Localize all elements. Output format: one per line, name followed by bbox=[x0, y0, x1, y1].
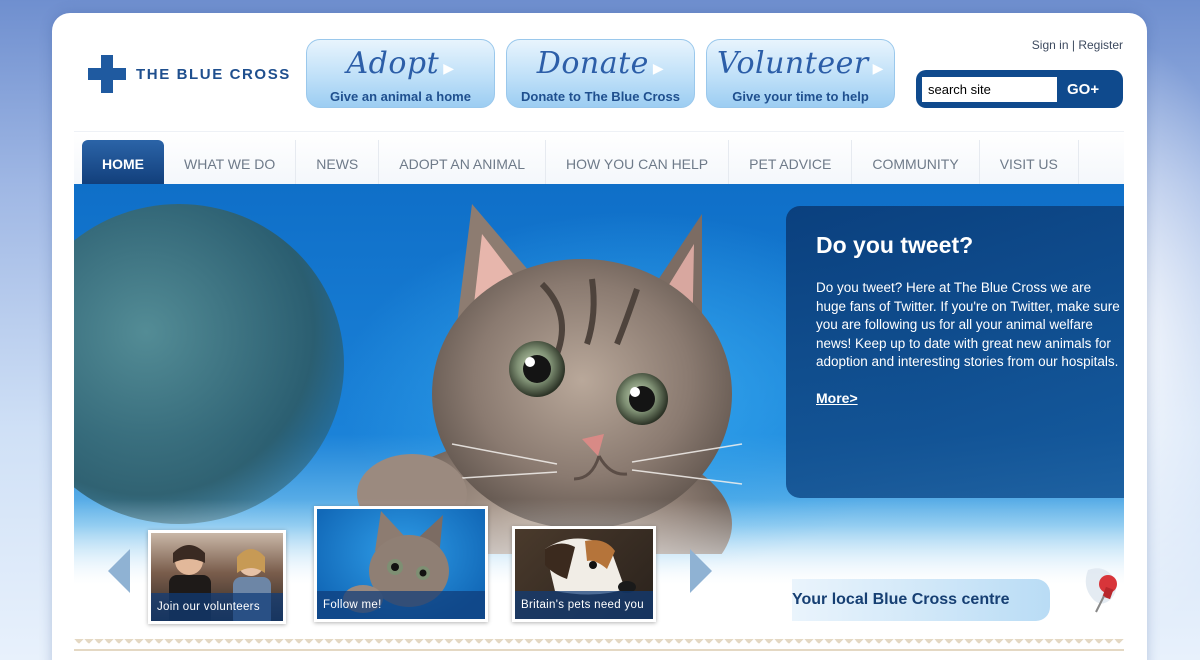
search-input[interactable] bbox=[922, 76, 1057, 102]
local-centre-label: Your local Blue Cross centre bbox=[792, 591, 1010, 608]
carousel-next-arrow[interactable] bbox=[690, 549, 712, 593]
bottom-zigzag-border bbox=[74, 639, 1124, 651]
donate-subtitle: Donate to The Blue Cross bbox=[521, 89, 680, 104]
thumb-follow-me[interactable]: Follow me! bbox=[314, 506, 488, 622]
feature-body: Do you tweet? Here at The Blue Cross we … bbox=[816, 280, 1120, 369]
adopt-button[interactable]: Adopt ▶ Give an animal a home bbox=[306, 39, 495, 108]
main-nav: HOME WHAT WE DO NEWS ADOPT AN ANIMAL HOW… bbox=[74, 131, 1124, 184]
search-go-button[interactable]: GO+ bbox=[1067, 81, 1099, 98]
register-link[interactable]: Register bbox=[1078, 38, 1123, 52]
thumb-volunteers[interactable]: Join our volunteers bbox=[148, 530, 286, 624]
local-centre-button[interactable]: Your local Blue Cross centre bbox=[792, 579, 1050, 621]
nav-community[interactable]: COMMUNITY bbox=[852, 140, 980, 184]
arrow-right-icon: ▶ bbox=[443, 61, 455, 77]
arrow-right-icon: ▶ bbox=[652, 61, 665, 77]
donate-button[interactable]: Donate ▶ Donate to The Blue Cross bbox=[506, 39, 695, 108]
account-links: Sign in | Register bbox=[1032, 38, 1123, 52]
nav-how-you-can-help[interactable]: HOW YOU CAN HELP bbox=[546, 140, 730, 184]
search-box: GO+ bbox=[916, 70, 1123, 108]
nav-home[interactable]: HOME bbox=[82, 140, 164, 184]
thumb-britains-pets[interactable]: Britain's pets need you bbox=[512, 526, 656, 622]
hero-pillow-shape bbox=[74, 204, 344, 524]
nav-pet-advice[interactable]: PET ADVICE bbox=[729, 140, 853, 184]
volunteer-subtitle: Give your time to help bbox=[732, 89, 869, 104]
page-container: THE BLUE CROSS Adopt ▶ Give an animal a h… bbox=[52, 13, 1147, 660]
hero-banner: Do you tweet? Do you tweet? Here at The … bbox=[74, 184, 1124, 639]
thumb-caption: Follow me! bbox=[317, 591, 485, 619]
thumb-caption: Join our volunteers bbox=[151, 593, 283, 621]
site-logo[interactable]: THE BLUE CROSS bbox=[88, 55, 291, 93]
account-separator: | bbox=[1071, 38, 1075, 52]
blue-cross-icon bbox=[88, 55, 126, 93]
thumb-caption: Britain's pets need you bbox=[515, 591, 653, 619]
volunteer-title: Volunteer bbox=[717, 46, 869, 81]
volunteer-button[interactable]: Volunteer ▶ Give your time to help bbox=[706, 39, 895, 108]
nav-visit-us[interactable]: VISIT US bbox=[980, 140, 1079, 184]
arrow-right-icon: ▶ bbox=[872, 61, 884, 77]
adopt-subtitle: Give an animal a home bbox=[330, 89, 471, 104]
nav-adopt-an-animal[interactable]: ADOPT AN ANIMAL bbox=[379, 140, 547, 184]
nav-what-we-do[interactable]: WHAT WE DO bbox=[164, 140, 297, 184]
map-pin-icon bbox=[1085, 568, 1117, 613]
feature-title: Do you tweet? bbox=[816, 232, 974, 258]
donate-title: Donate bbox=[536, 46, 649, 81]
feature-panel: Do you tweet? Do you tweet? Here at The … bbox=[786, 206, 1124, 498]
carousel-prev-arrow[interactable] bbox=[108, 549, 130, 593]
feature-more-link[interactable]: More> bbox=[816, 390, 858, 406]
nav-news[interactable]: NEWS bbox=[296, 140, 380, 184]
adopt-title: Adopt bbox=[346, 46, 440, 81]
logo-text: THE BLUE CROSS bbox=[136, 65, 291, 83]
sign-in-link[interactable]: Sign in bbox=[1032, 38, 1069, 52]
